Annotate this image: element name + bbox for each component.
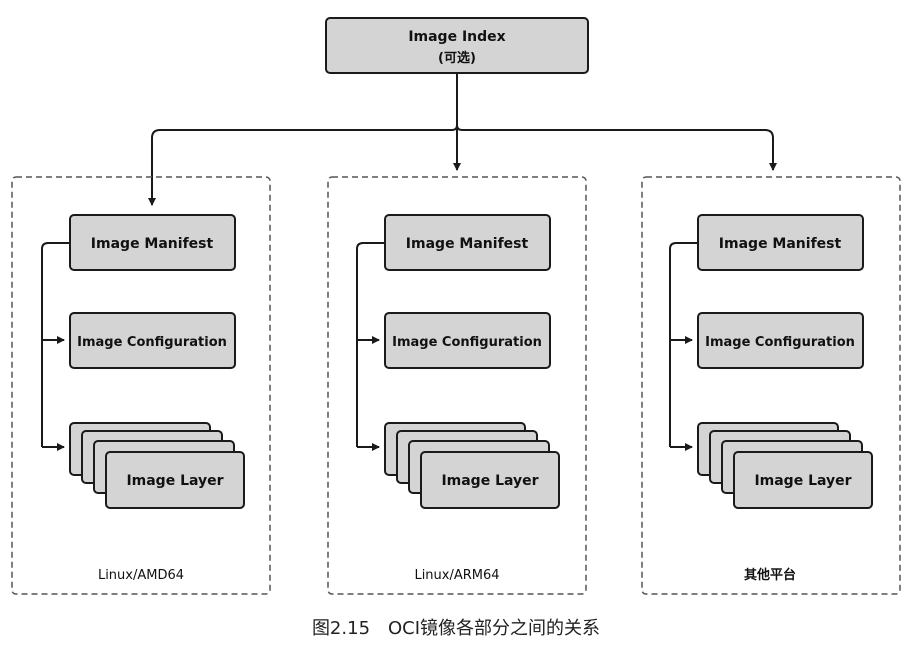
manifest-node: Image Manifest xyxy=(697,214,864,271)
image-index-subtitle: (可选) xyxy=(438,50,476,66)
manifest-label: Image Manifest xyxy=(91,236,214,252)
manifest-label: Image Manifest xyxy=(406,236,529,252)
platform-group-other: Image Manifest Image Configuration Image… xyxy=(641,176,901,595)
manifest-node: Image Manifest xyxy=(69,214,236,271)
platform-group-arm64: Image Manifest Image Configuration Image… xyxy=(327,176,587,595)
platform-label: Linux/ARM64 xyxy=(414,568,499,583)
manifest-label: Image Manifest xyxy=(719,236,842,252)
image-index-title: Image Index xyxy=(408,29,505,45)
layer-stack: Image Layer xyxy=(697,422,873,509)
configuration-label: Image Configuration xyxy=(705,335,855,350)
configuration-label: Image Configuration xyxy=(77,335,227,350)
layer-label: Image Layer xyxy=(754,473,851,489)
image-index-node: Image Index (可选) xyxy=(325,17,589,74)
group-connectors xyxy=(669,242,698,451)
layer-stack: Image Layer xyxy=(384,422,560,509)
configuration-node: Image Configuration xyxy=(384,312,551,369)
platform-label: Linux/AMD64 xyxy=(98,568,184,583)
layer-label: Image Layer xyxy=(126,473,223,489)
group-connectors xyxy=(356,242,385,451)
manifest-node: Image Manifest xyxy=(384,214,551,271)
layer-label: Image Layer xyxy=(441,473,538,489)
layer-stack: Image Layer xyxy=(69,422,245,509)
index-connectors xyxy=(148,73,777,206)
platform-group-amd64: Image Manifest Image Configuration Image… xyxy=(11,176,271,595)
configuration-label: Image Configuration xyxy=(392,335,542,350)
configuration-node: Image Configuration xyxy=(697,312,864,369)
platform-label: 其他平台 xyxy=(744,567,796,583)
configuration-node: Image Configuration xyxy=(69,312,236,369)
group-connectors xyxy=(41,242,70,451)
oci-image-diagram: Image Index (可选) Image Manifest Image Co… xyxy=(11,17,901,639)
figure-caption: 图2.15 OCI镜像各部分之间的关系 xyxy=(312,618,600,639)
